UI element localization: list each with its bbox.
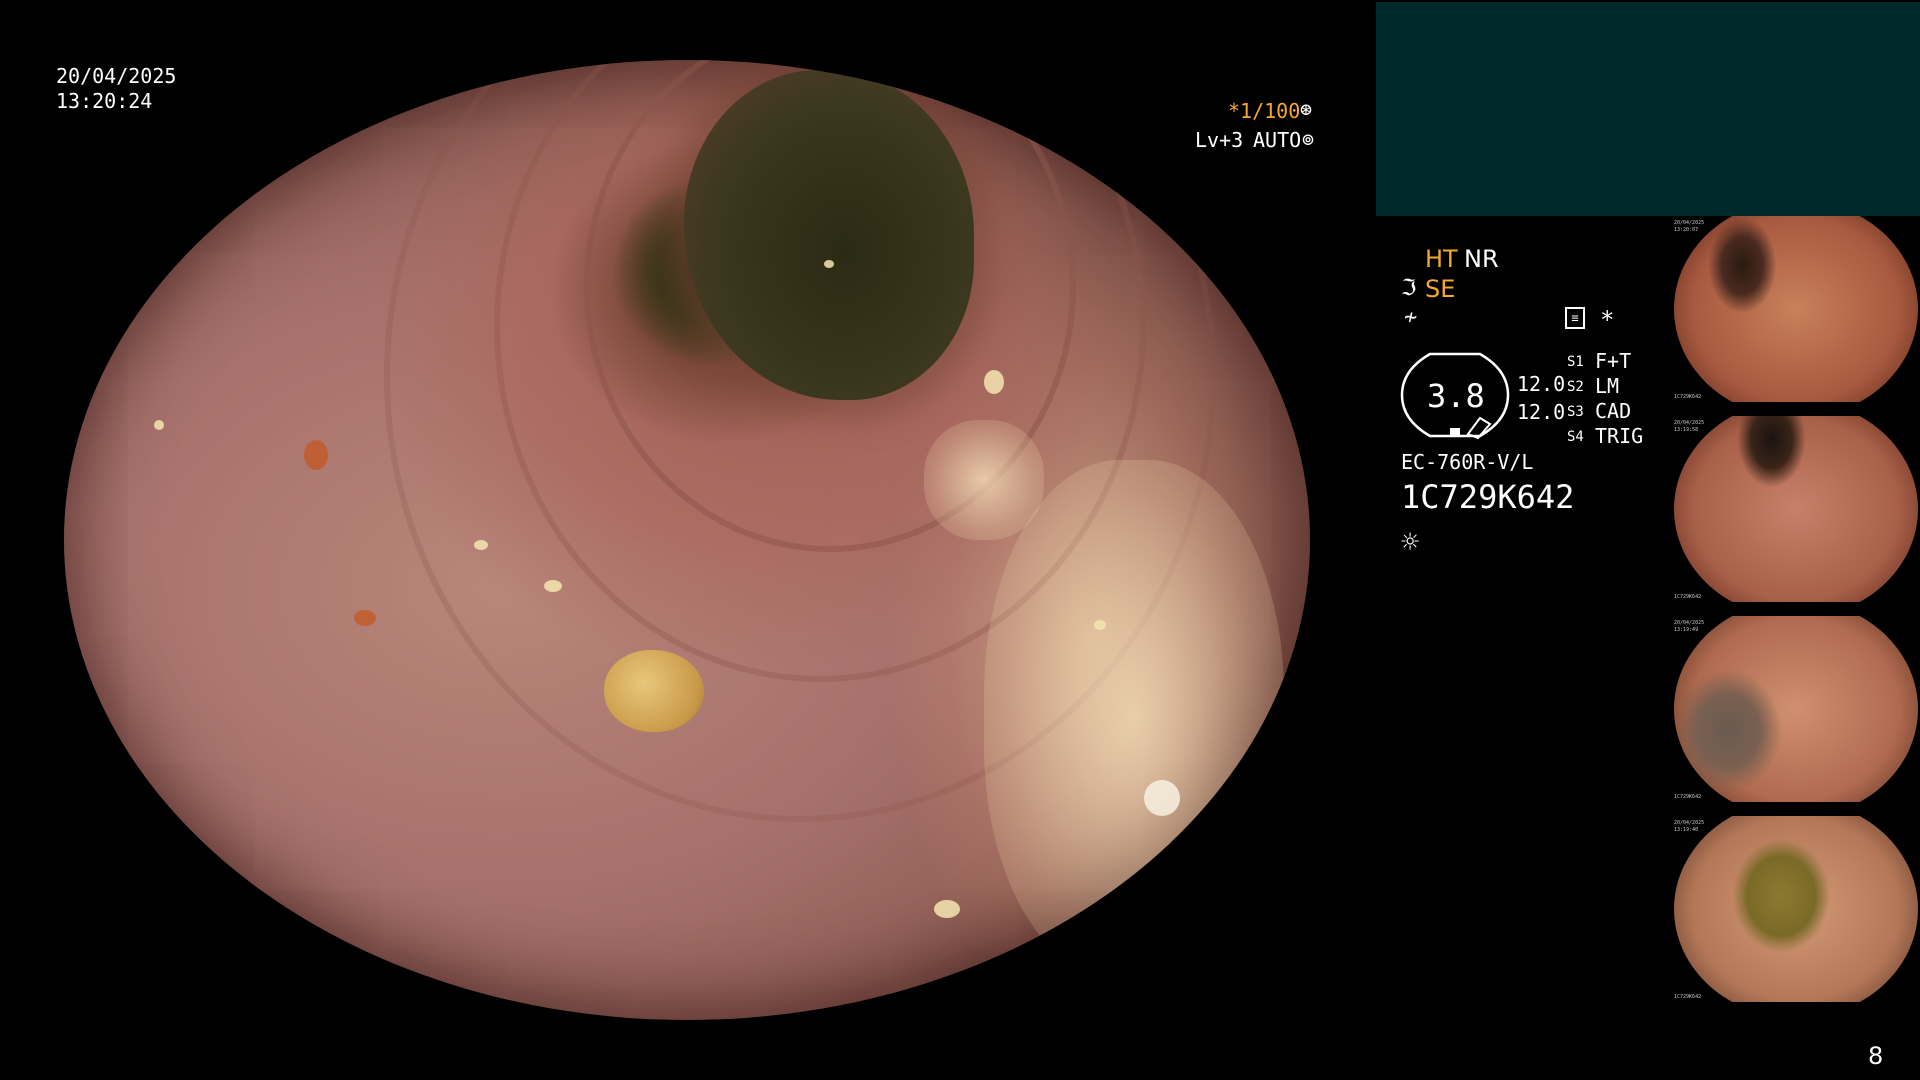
thumbnail-date: 20/04/2025: [1674, 220, 1705, 226]
switch-s3-value: CAD: [1595, 399, 1632, 423]
gauge-value: 3.8: [1427, 377, 1485, 415]
date-label: 20/04/2025: [56, 64, 177, 88]
switch-s4-key: S4: [1567, 429, 1584, 445]
thumbnail-date: 20/04/2025: [1674, 620, 1705, 626]
thumbnail-date: 20/04/2025: [1674, 820, 1705, 826]
exposure-level: Lv+3: [1195, 128, 1244, 152]
switch-s1-value: F+T: [1595, 349, 1632, 373]
exposure-mode: AUTO: [1253, 128, 1302, 152]
switch-s2-value: LM: [1595, 374, 1620, 398]
time-label: 13:20:24: [56, 89, 153, 113]
thumbnail-4[interactable]: 20/04/2025 13:19:40 1C729K642: [1674, 816, 1918, 1002]
thumbnail-time: 13:19:58: [1674, 427, 1699, 433]
debris-fleck: [304, 440, 328, 470]
switch-s3-key: S3: [1567, 404, 1584, 420]
se-indicator: SE: [1425, 275, 1456, 303]
debris-fleck: [354, 610, 376, 626]
scope-value-1: 12.0: [1517, 372, 1566, 396]
endoscopy-main-image: [64, 60, 1310, 1020]
mucus-patch: [984, 460, 1284, 980]
scope-value-2: 12.0: [1517, 400, 1566, 424]
scope-enhance-icon: ℑ: [1401, 276, 1417, 301]
nr-indicator: NR: [1464, 245, 1499, 273]
debris-fleck: [934, 900, 960, 918]
info-panel: [1376, 2, 1920, 216]
freeze-icon: ≁: [1404, 305, 1418, 330]
switch-s1-key: S1: [1567, 354, 1584, 370]
debris-fleck: [1144, 780, 1180, 816]
mucus-patch: [924, 420, 1044, 540]
debris-fleck: [154, 420, 164, 430]
debris-fleck: [544, 580, 562, 592]
asterisk-indicator: *: [1600, 306, 1615, 334]
switch-s4-value: TRIG: [1595, 424, 1644, 448]
thumbnail-time: 13:19:49: [1674, 627, 1699, 633]
thumbnail-1[interactable]: 20/04/2025 13:20:07: [1674, 216, 1918, 402]
thumbnail-time: 13:19:40: [1674, 827, 1699, 833]
polyp: [604, 650, 704, 732]
thumbnail-serial: 1C729K642: [1674, 994, 1702, 1000]
scope-serial: 1C729K642: [1401, 478, 1575, 516]
thumbnail-serial: 1C729K642: [1674, 594, 1702, 600]
recording-icon: ≡: [1565, 307, 1585, 329]
ht-indicator: HT: [1425, 245, 1458, 273]
shutter-speed: *1/100: [1228, 99, 1301, 123]
switch-s2-key: S2: [1567, 379, 1584, 395]
thumbnail-2[interactable]: 20/04/2025 13:19:58 1C729K642: [1674, 416, 1918, 602]
debris-fleck: [824, 260, 834, 268]
debris-fleck: [984, 370, 1004, 394]
thumbnail-serial: 1C729K642: [1674, 794, 1702, 800]
auto-exposure-icon: ⊚: [1302, 127, 1315, 151]
page-number: 8: [1868, 1042, 1884, 1070]
iris-icon: ⊛: [1300, 97, 1313, 121]
thumbnail-date: 20/04/2025: [1674, 420, 1705, 426]
debris-fleck: [474, 540, 488, 550]
scope-model: EC-760R-V/L: [1401, 450, 1534, 474]
thumbnail-serial: 1C729K642: [1674, 394, 1702, 400]
thumbnail-time: 13:20:07: [1674, 227, 1699, 233]
debris-fleck: [1094, 620, 1106, 630]
thumbnail-3[interactable]: 20/04/2025 13:19:49 1C729K642: [1674, 616, 1918, 802]
light-source-icon: ☼: [1401, 525, 1420, 560]
